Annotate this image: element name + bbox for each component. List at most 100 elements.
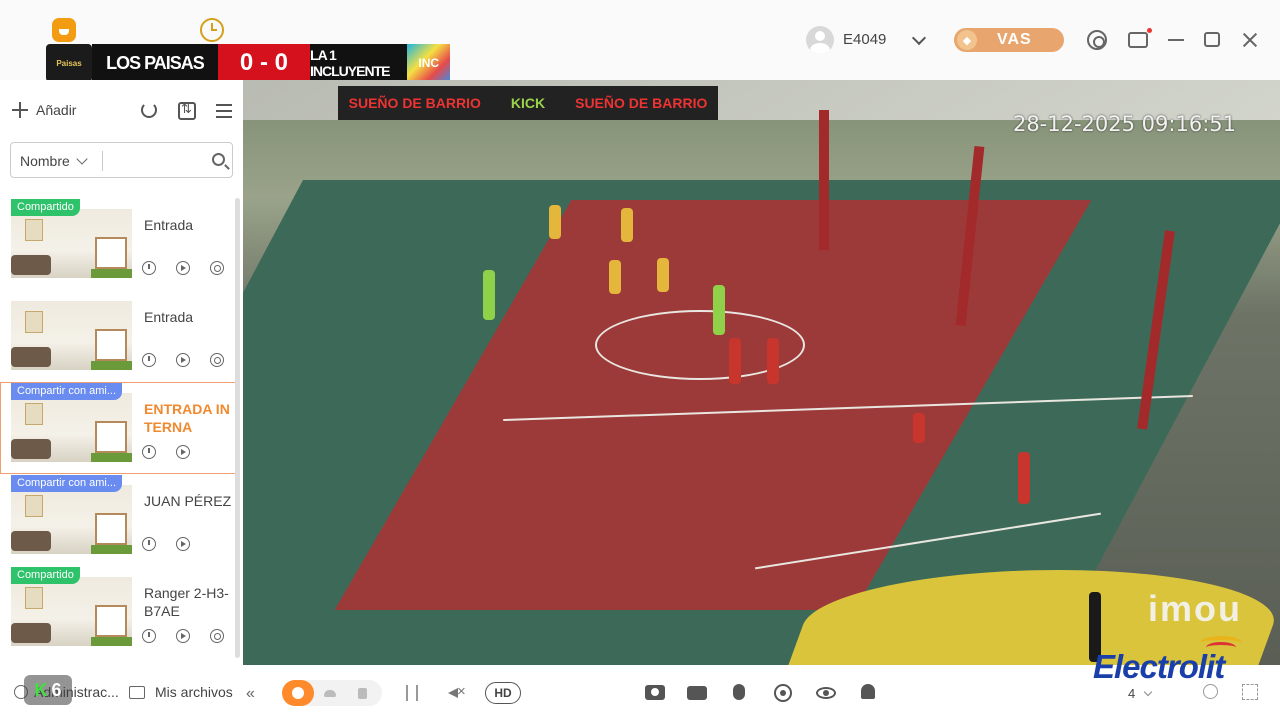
device-actions [142,261,224,275]
hd-quality-button[interactable]: HD [485,682,521,704]
plus-icon [12,102,28,118]
device-actions [142,445,190,459]
close-icon[interactable] [1240,30,1260,50]
minimize-icon[interactable] [1166,30,1186,50]
thumb-detail [91,637,132,646]
device-item[interactable]: Compartido Entrada [0,198,236,290]
playback-icon[interactable] [142,353,156,367]
away-team-logo: INC [407,44,450,82]
device-settings-icon[interactable] [210,353,224,367]
thumb-detail [11,347,51,367]
device-item[interactable]: Entrada [0,290,236,382]
privacy-eye-icon[interactable] [816,687,836,699]
zoom-icon[interactable] [1203,684,1218,699]
list-view-icon[interactable] [216,104,232,118]
thumb-detail [95,237,127,269]
snapshot-icon[interactable] [645,685,665,700]
sponsor-logo: Electrolit [1093,648,1225,685]
search-input[interactable] [109,147,205,173]
my-files-label: Mis archivos [155,684,233,700]
device-thumbnail[interactable] [11,209,132,278]
filter-bar: Nombre [10,142,233,178]
thumb-detail [91,453,132,462]
fullscreen-icon[interactable] [1242,684,1258,700]
camera-watermark: imou [1148,588,1242,629]
thumb-detail [91,545,132,554]
alarm-bell-icon[interactable] [861,684,875,699]
device-actions [142,537,190,551]
add-device-button[interactable]: Añadir [12,102,76,118]
title-bar: Paisas LOS PAISAS 0 - 0 LA 1 INCLUYENTE … [0,0,1280,82]
scoreboard-overlay: Paisas LOS PAISAS 0 - 0 LA 1 INCLUYENTE … [46,44,450,82]
device-item[interactable]: Compartir con ami... ENTRADA INTERNA [0,382,236,474]
device-name: Entrada [144,217,194,233]
user-name[interactable]: E4049 [843,31,886,48]
player [913,413,925,443]
chevron-down-icon[interactable] [911,30,927,46]
settings-icon[interactable] [1087,30,1107,50]
camera-feed[interactable]: SUEÑO DE BARRIO KICK SUEÑO DE BARRIO 28-… [243,80,1280,665]
microphone-icon[interactable] [733,684,745,700]
filter-select-label: Nombre [20,153,70,169]
play-icon[interactable] [176,353,190,367]
share-badge: Compartido [11,567,80,584]
my-files-link[interactable]: Mis archivos [129,684,233,700]
scrollbar[interactable] [235,198,240,658]
app-window: Paisas LOS PAISAS 0 - 0 LA 1 INCLUYENTE … [0,0,1280,720]
overlay-badge-k: K [34,679,48,700]
refresh-icon[interactable] [141,102,157,118]
playback-icon[interactable] [142,537,156,551]
maximize-icon[interactable] [1204,32,1220,47]
message-icon[interactable] [1128,28,1152,48]
share-badge: Compartir con ami... [11,475,123,492]
playback-icon[interactable] [142,261,156,275]
home-icon[interactable] [52,18,76,42]
device-thumbnail[interactable] [11,485,132,554]
playback-icon[interactable] [142,629,156,643]
device-thumbnail[interactable] [11,393,132,462]
thumb-detail [95,421,127,453]
avatar[interactable] [806,26,834,54]
player [549,205,561,239]
device-settings-icon[interactable] [210,261,224,275]
pause-icon[interactable] [406,685,418,701]
filter-select[interactable]: Nombre [20,153,88,169]
banner-text-left: SUEÑO DE BARRIO [348,95,481,111]
banner-text-mid: KICK [510,95,546,111]
diamond-icon: ◆ [957,30,977,50]
play-icon[interactable] [176,261,190,275]
player [609,260,621,294]
device-thumbnail[interactable] [11,577,132,646]
sort-icon[interactable] [178,101,196,120]
thumb-detail [91,269,132,278]
vip-badge[interactable]: ◆ VAS [954,28,1064,52]
mute-icon[interactable] [444,683,466,702]
court-pillar [819,110,829,250]
play-icon[interactable] [176,445,190,459]
live-mode-button[interactable] [282,680,314,706]
sponsor-banner: SUEÑO DE BARRIO KICK SUEÑO DE BARRIO [338,86,718,120]
record-icon[interactable] [687,686,707,700]
thumb-detail [25,311,43,333]
play-icon[interactable] [176,537,190,551]
device-settings-icon[interactable] [210,629,224,643]
search-icon[interactable] [212,153,225,166]
banner-text-right: SUEÑO DE BARRIO [575,95,708,111]
device-item[interactable]: Compartido Ranger 2-H3-B7AE [0,566,236,658]
device-actions [142,353,224,367]
home-team-name: LOS PAISAS [92,44,218,82]
share-badge: Compartido [11,199,80,216]
home-team-logo: Paisas [46,44,93,82]
device-item[interactable]: Compartir con ami... JUAN PÉREZ [0,474,236,566]
thumb-detail [25,403,43,425]
player [1018,452,1030,504]
device-thumbnail[interactable] [11,301,132,370]
ptz-control-icon[interactable] [774,684,792,702]
play-icon[interactable] [176,629,190,643]
playback-icon[interactable] [142,445,156,459]
collapse-sidebar-icon[interactable]: « [246,685,255,703]
sd-card-mode-button[interactable] [346,680,378,706]
cloud-mode-button[interactable] [314,680,346,706]
clock-icon[interactable] [200,18,224,42]
thumb-detail [95,513,127,545]
